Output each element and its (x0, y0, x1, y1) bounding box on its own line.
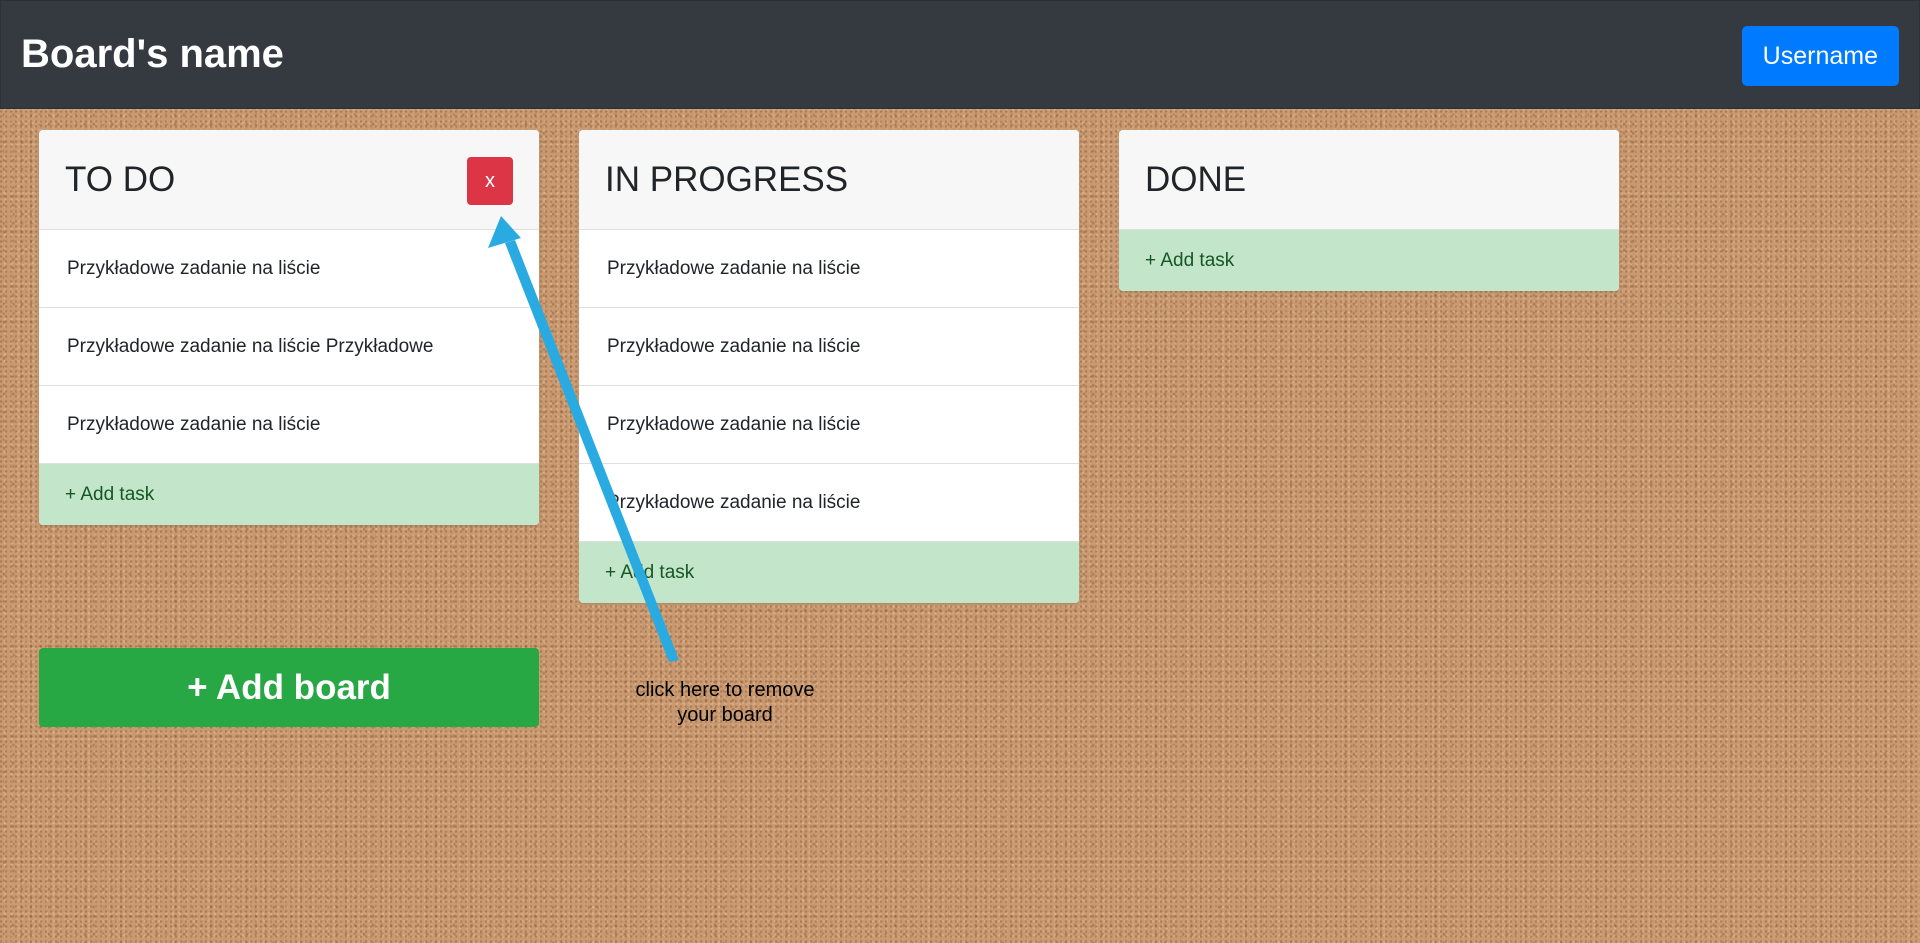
remove-board-button[interactable]: x (467, 157, 513, 205)
board-title: TO DO (65, 160, 176, 199)
navbar: Board's name Username (0, 0, 1920, 109)
task-item[interactable]: Przykładowe zadanie na liście (579, 386, 1079, 464)
task-item[interactable]: Przykładowe zadanie na liście Przykładow… (39, 308, 539, 386)
add-task-button[interactable]: + Add task (39, 464, 539, 525)
annotation-line: your board (677, 704, 773, 726)
add-board-button[interactable]: + Add board (39, 648, 539, 727)
task-item[interactable]: Przykładowe zadanie na liście (579, 464, 1079, 542)
board-header: TO DO x (39, 130, 539, 230)
board-todo: TO DO x Przykładowe zadanie na liście Pr… (39, 130, 539, 525)
board-title: DONE (1145, 160, 1247, 199)
board-done: DONE + Add task (1119, 130, 1619, 291)
task-item[interactable]: Przykładowe zadanie na liście (39, 386, 539, 464)
annotation-text: click here to remove your board (610, 678, 840, 728)
board-name-title: Board's name (21, 32, 284, 76)
annotation-line: click here to remove (635, 679, 815, 701)
username-button[interactable]: Username (1741, 26, 1899, 86)
task-item[interactable]: Przykładowe zadanie na liście (579, 308, 1079, 386)
board-header: IN PROGRESS (579, 130, 1079, 230)
add-task-button[interactable]: + Add task (579, 542, 1079, 603)
add-task-button[interactable]: + Add task (1119, 230, 1619, 291)
task-item[interactable]: Przykładowe zadanie na liście (579, 230, 1079, 308)
task-item[interactable]: Przykładowe zadanie na liście (39, 230, 539, 308)
board-header: DONE (1119, 130, 1619, 230)
board-in-progress: IN PROGRESS Przykładowe zadanie na liści… (579, 130, 1079, 603)
board-title: IN PROGRESS (605, 160, 849, 199)
